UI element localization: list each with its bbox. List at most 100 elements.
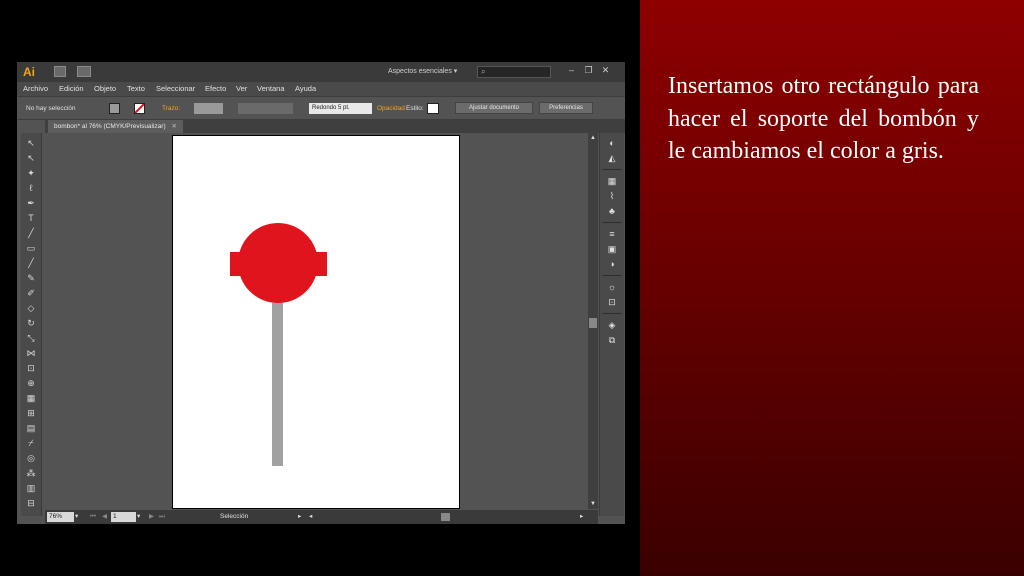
eyedropper-tool-icon[interactable]: ⌿: [25, 437, 37, 449]
maximize-button[interactable]: ❐: [582, 64, 595, 76]
brushes-icon[interactable]: ⌇: [606, 190, 618, 202]
menu-efecto[interactable]: Efecto: [205, 84, 226, 93]
first-artboard-icon[interactable]: ⏮: [90, 512, 96, 522]
transparency-icon[interactable]: ◑: [606, 258, 618, 270]
candy-stick[interactable]: [272, 303, 283, 466]
graph-tool-icon[interactable]: ▥: [25, 482, 37, 494]
workspace-switcher[interactable]: Aspectos esenciales ▾: [388, 67, 457, 75]
scroll-left-icon[interactable]: ◂: [309, 512, 312, 522]
width-tool-icon[interactable]: ⋈: [25, 347, 37, 359]
current-tool-status: Selección: [220, 513, 249, 520]
menu-ver[interactable]: Ver: [236, 84, 247, 93]
artboard-number-field[interactable]: 1: [111, 512, 136, 522]
stroke-swatch[interactable]: [134, 103, 145, 114]
free-transform-tool-icon[interactable]: ⊡: [25, 362, 37, 374]
artwork-svg: [230, 223, 327, 466]
perspective-grid-tool-icon[interactable]: ▦: [25, 392, 37, 404]
menu-ayuda[interactable]: Ayuda: [295, 84, 316, 93]
graphic-style-swatch[interactable]: [427, 103, 439, 114]
artboards-icon[interactable]: ⧉: [606, 334, 618, 346]
stroke-weight-field[interactable]: [194, 103, 223, 114]
color-panel-icon[interactable]: ◐: [606, 137, 618, 149]
rotate-tool-icon[interactable]: ↻: [25, 317, 37, 329]
menu-texto[interactable]: Texto: [127, 84, 145, 93]
panel-dock: ◐ ◭ ▦ ⌇ ♣ ≡ ▣ ◑ ☼ ⊡ ◈ ⧉: [599, 133, 624, 516]
previous-artboard-icon[interactable]: ◀: [102, 512, 107, 522]
status-bar: 76% ▾ ⏮ ◀ 1 ▾ ▶ ⏭ Selección ▸ ◂ ▸: [45, 510, 598, 524]
panel-separator: [602, 313, 622, 314]
pencil-tool-icon[interactable]: ✎: [25, 272, 37, 284]
app-logo: Ai: [23, 65, 35, 79]
pen-tool-icon[interactable]: ✒: [25, 197, 37, 209]
layers-icon[interactable]: ◈: [606, 319, 618, 331]
gradient-panel-icon[interactable]: ▣: [606, 243, 618, 255]
stroke-label[interactable]: Trazo:: [162, 105, 180, 112]
illustrator-window: Ai Aspectos esenciales ▾ ⌕ – ❐ ✕ Archivo…: [17, 62, 625, 524]
candy-ball[interactable]: [238, 223, 318, 303]
blend-tool-icon[interactable]: ◎: [25, 452, 37, 464]
scroll-down-icon[interactable]: ▼: [589, 500, 597, 508]
slide-caption: Insertamos otro rectángulo para hacer el…: [668, 73, 979, 164]
artboard[interactable]: [172, 135, 460, 509]
lasso-tool-icon[interactable]: ℓ: [25, 182, 37, 194]
shape-builder-tool-icon[interactable]: ⊕: [25, 377, 37, 389]
color-guide-icon[interactable]: ◭: [606, 152, 618, 164]
horizontal-scroll-thumb[interactable]: [441, 513, 450, 521]
preferences-button[interactable]: Preferencias: [539, 102, 593, 114]
selection-tool-icon[interactable]: ↖: [25, 137, 37, 149]
menu-objeto[interactable]: Objeto: [94, 84, 116, 93]
canvas-area[interactable]: [45, 133, 588, 509]
brush-label: Redondo 5 pt.: [312, 105, 350, 111]
artboard-tool-icon[interactable]: ⊟: [25, 497, 37, 509]
line-tool-icon[interactable]: ╱: [25, 227, 37, 239]
fill-swatch[interactable]: [109, 103, 120, 114]
opacity-label[interactable]: Opacidad: [377, 105, 405, 112]
search-input[interactable]: ⌕: [477, 66, 551, 78]
artboard-dropdown-icon[interactable]: ▾: [137, 512, 140, 522]
minimize-button[interactable]: –: [565, 64, 578, 76]
scale-tool-icon[interactable]: ⤡: [25, 332, 37, 344]
type-tool-icon[interactable]: T: [25, 212, 37, 224]
scroll-right-icon[interactable]: ▸: [580, 512, 583, 522]
document-setup-button[interactable]: Ajustar documento: [455, 102, 533, 114]
panel-separator: [602, 222, 622, 223]
swatches-icon[interactable]: ▦: [606, 175, 618, 187]
workspace-label: Aspectos esenciales: [388, 68, 452, 75]
menu-ventana[interactable]: Ventana: [257, 84, 285, 93]
zoom-field[interactable]: 76%: [47, 512, 74, 522]
vertical-scroll-thumb[interactable]: [589, 318, 597, 328]
document-tab-title: bombon* al 76% (CMYK/Previsualizar): [54, 123, 166, 130]
last-artboard-icon[interactable]: ⏭: [159, 512, 165, 522]
close-icon[interactable]: ✕: [171, 123, 176, 130]
vertical-scrollbar[interactable]: ▲ ▼: [588, 133, 598, 509]
variable-width-profile[interactable]: [238, 103, 293, 114]
symbols-icon[interactable]: ♣: [606, 205, 618, 217]
arrange-documents-icon[interactable]: [77, 66, 91, 77]
symbol-sprayer-tool-icon[interactable]: ⁂: [25, 467, 37, 479]
search-icon: ⌕: [481, 67, 486, 76]
gradient-tool-icon[interactable]: ▤: [25, 422, 37, 434]
paintbrush-tool-icon[interactable]: ╱: [25, 257, 37, 269]
document-tab-strip: bombon* al 76% (CMYK/Previsualizar) ✕: [45, 120, 625, 133]
appearance-icon[interactable]: ☼: [606, 281, 618, 293]
brush-definition-dropdown[interactable]: Redondo 5 pt.: [309, 103, 372, 114]
mesh-tool-icon[interactable]: ⊞: [25, 407, 37, 419]
menu-edicion[interactable]: Edición: [59, 84, 84, 93]
next-artboard-icon[interactable]: ▶: [149, 512, 154, 522]
menu-archivo[interactable]: Archivo: [23, 84, 48, 93]
document-tab[interactable]: bombon* al 76% (CMYK/Previsualizar) ✕: [48, 120, 183, 133]
zoom-dropdown-icon[interactable]: ▾: [75, 512, 78, 522]
menu-seleccionar[interactable]: Seleccionar: [156, 84, 195, 93]
magic-wand-tool-icon[interactable]: ✦: [25, 167, 37, 179]
status-menu-icon[interactable]: ▸: [298, 512, 301, 522]
bridge-icon[interactable]: [54, 66, 66, 77]
menu-bar: Archivo Edición Objeto Texto Seleccionar…: [17, 82, 625, 96]
eraser-tool-icon[interactable]: ◇: [25, 302, 37, 314]
close-button[interactable]: ✕: [599, 64, 612, 76]
graphic-styles-icon[interactable]: ⊡: [606, 296, 618, 308]
stroke-panel-icon[interactable]: ≡: [606, 228, 618, 240]
direct-selection-tool-icon[interactable]: ↖: [25, 152, 37, 164]
scroll-up-icon[interactable]: ▲: [589, 134, 597, 142]
rectangle-tool-icon[interactable]: ▭: [25, 242, 37, 254]
blob-brush-tool-icon[interactable]: ✐: [25, 287, 37, 299]
